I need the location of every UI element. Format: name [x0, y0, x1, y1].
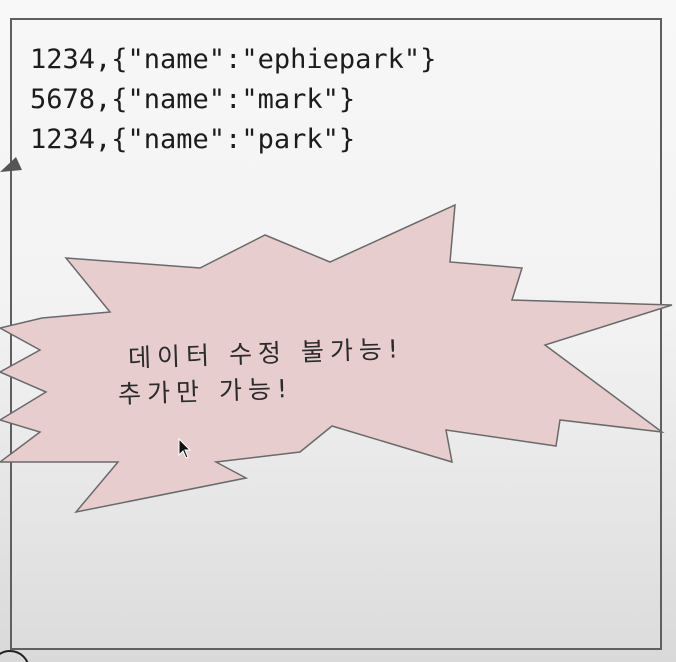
slide-canvas: 1234,{"name":"ephiepark"} 5678,{"name":"… [0, 0, 676, 662]
note-line-2: 추가만 가능! [117, 373, 294, 410]
mouse-pointer-icon [178, 438, 192, 459]
